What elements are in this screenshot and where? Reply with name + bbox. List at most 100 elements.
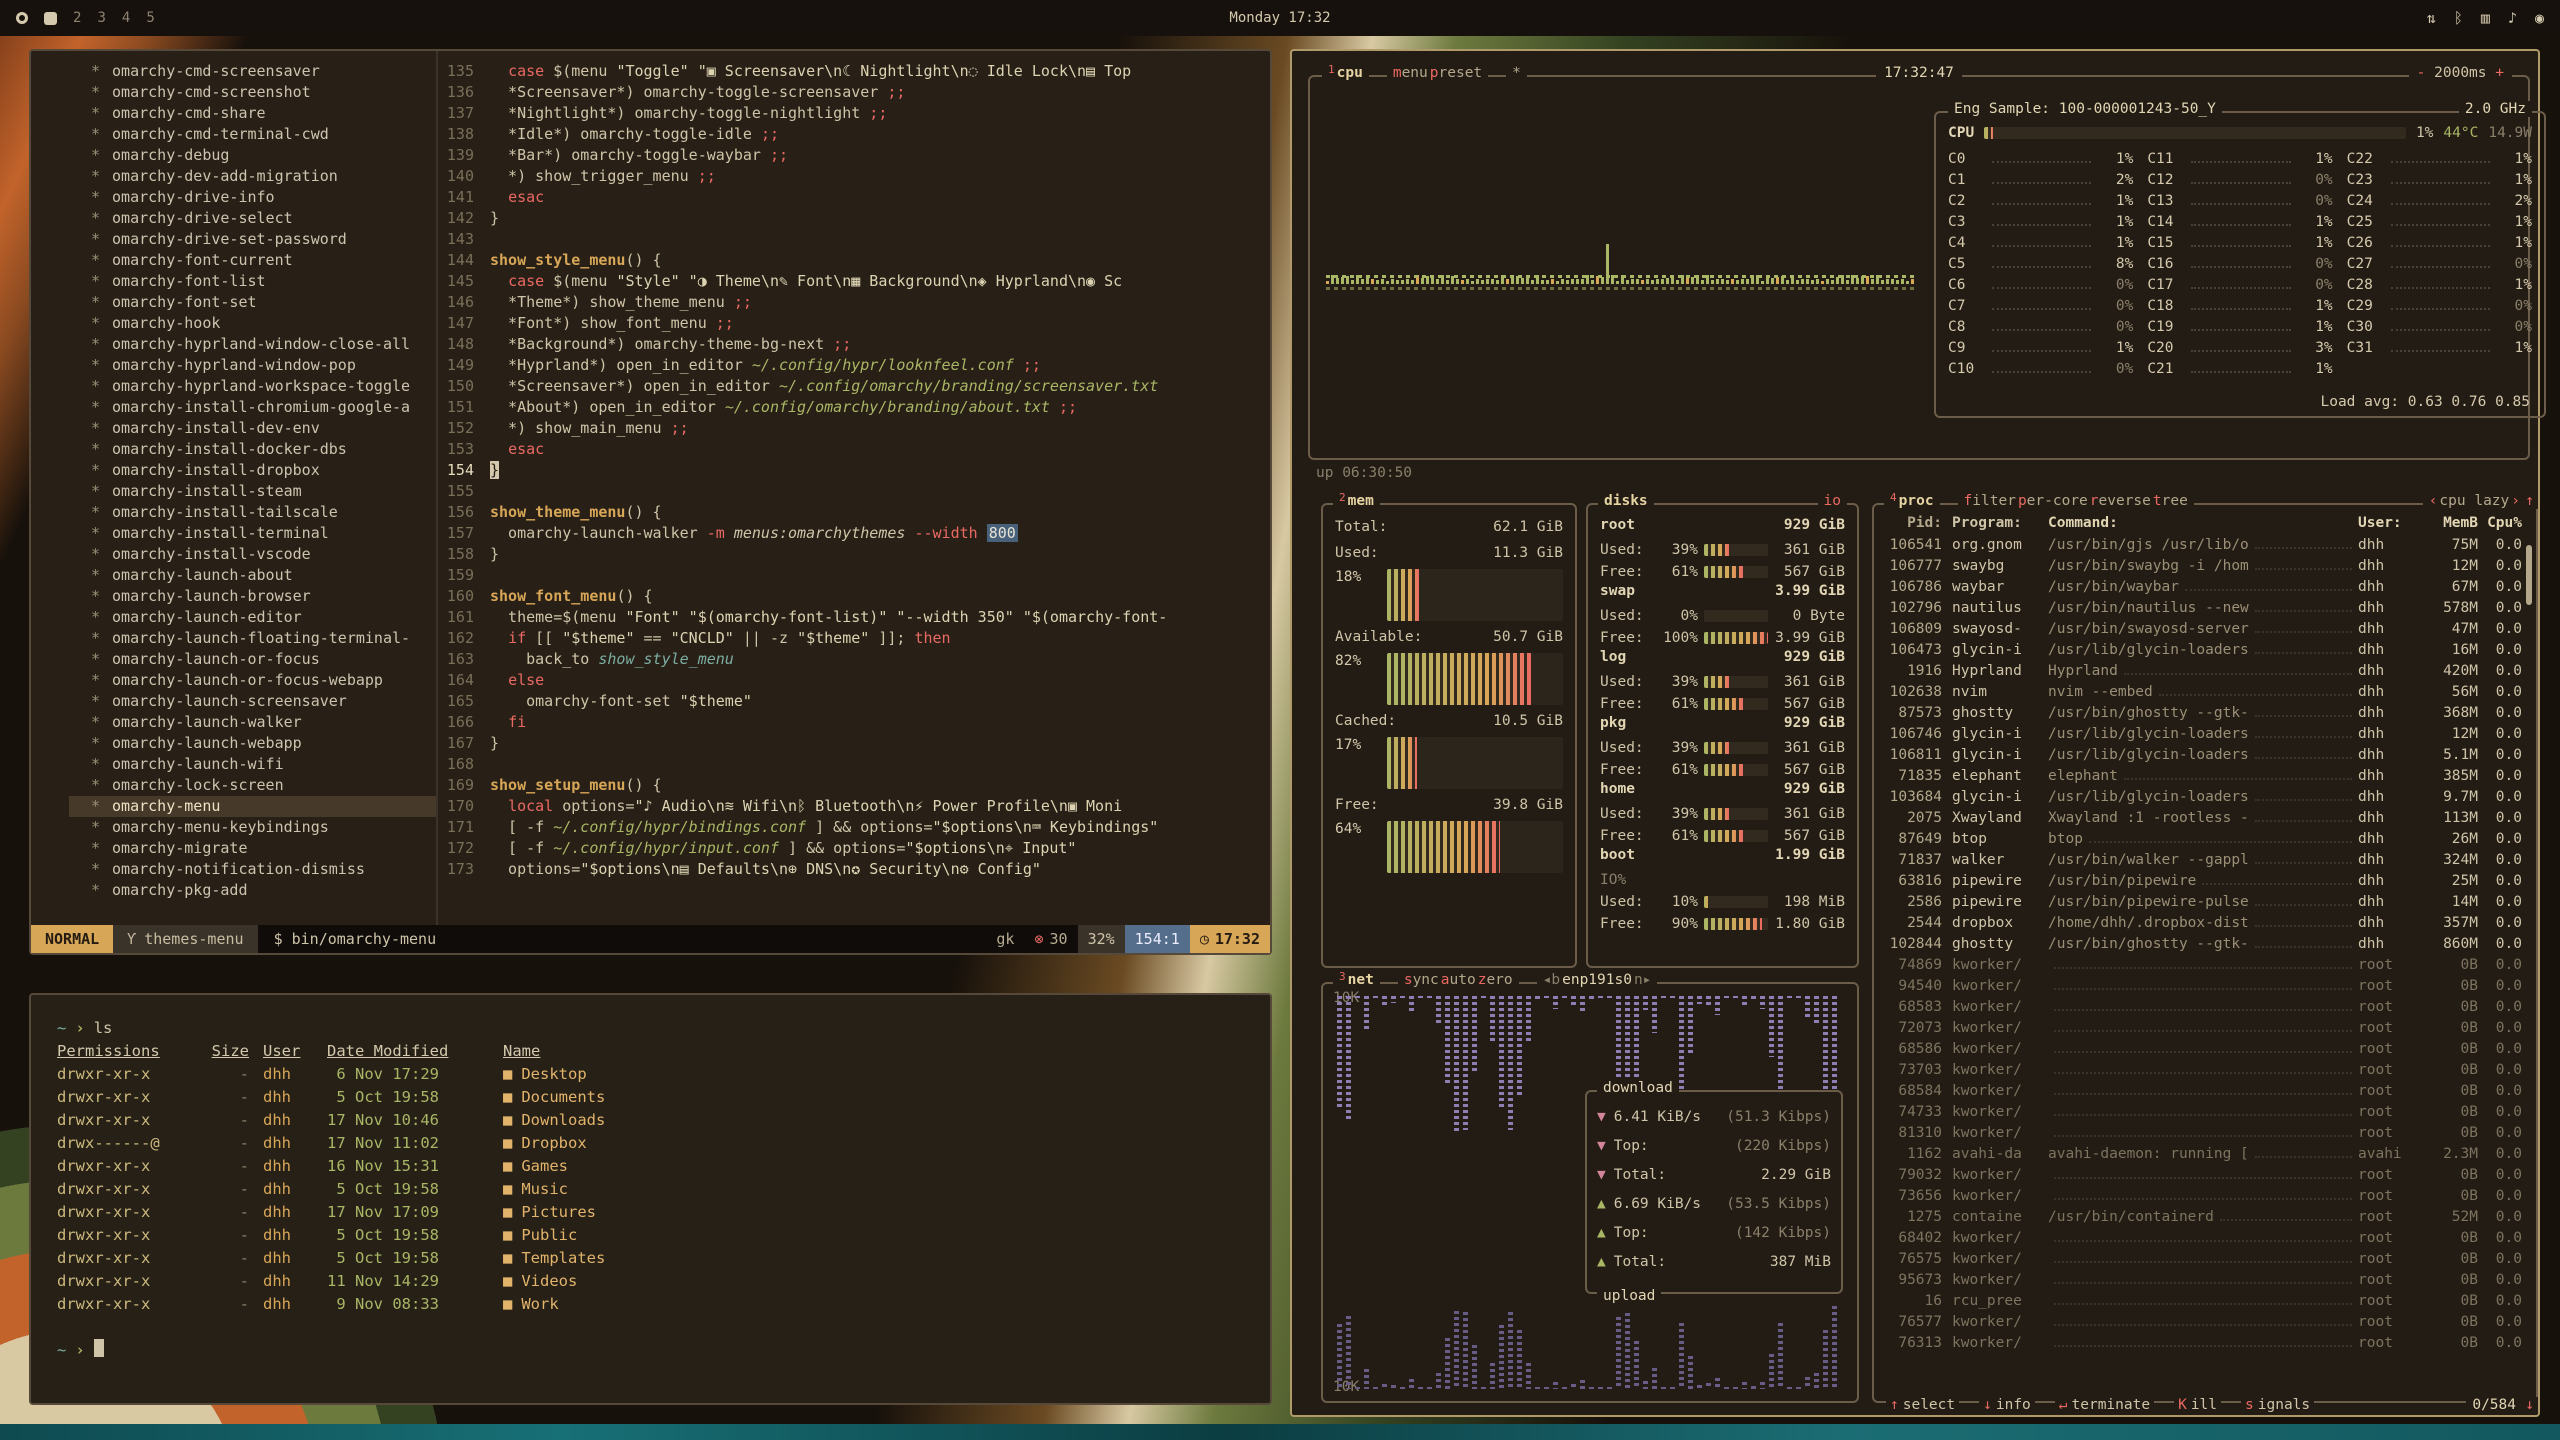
process-row[interactable]: 76575kworker/root0B0.0 — [1886, 1251, 2522, 1272]
process-row[interactable]: 106541org.gnom/usr/bin/gjs /usr/lib/odhh… — [1886, 537, 2522, 558]
terminal-window[interactable]: ~ › ls PermissionsSizeUserDate ModifiedN… — [29, 993, 1272, 1405]
footer-ignals[interactable]: signals — [2241, 1397, 2314, 1413]
cpu-box-title[interactable]: 1 cpu — [1322, 65, 1369, 81]
process-row[interactable]: 68583kworker/root0B0.0 — [1886, 999, 2522, 1020]
file-item[interactable]: *omarchy-hyprland-window-close-all — [69, 334, 436, 355]
preset-star[interactable]: * — [1506, 65, 1527, 81]
process-row[interactable]: 102844ghostty/usr/bin/ghostty --gtk-dhh8… — [1886, 936, 2522, 957]
process-row[interactable]: 63816pipewire/usr/bin/pipewiredhh25M0.0 — [1886, 873, 2522, 894]
process-row[interactable]: 1275containe/usr/bin/containerdroot52M0.… — [1886, 1209, 2522, 1230]
file-item[interactable]: *omarchy-launch-webapp — [69, 733, 436, 754]
file-item[interactable]: *omarchy-install-terminal — [69, 523, 436, 544]
file-item[interactable]: *omarchy-cmd-terminal-cwd — [69, 124, 436, 145]
bluetooth-icon[interactable]: ᛒ — [2454, 9, 2463, 27]
file-item[interactable]: *omarchy-cmd-screenshot — [69, 82, 436, 103]
file-item[interactable]: *omarchy-lock-screen — [69, 775, 436, 796]
file-item[interactable]: *omarchy-drive-set-password — [69, 229, 436, 250]
col-command[interactable]: Command: — [2048, 515, 2118, 535]
workspace-3[interactable]: 3 — [97, 10, 105, 26]
file-item[interactable]: *omarchy-launch-or-focus-webapp — [69, 670, 436, 691]
process-row[interactable]: 106777swaybg/usr/bin/swaybg -i /homdhh12… — [1886, 558, 2522, 579]
file-item[interactable]: *omarchy-menu-keybindings — [69, 817, 436, 838]
workspace-2[interactable]: 2 — [73, 10, 81, 26]
col-mem[interactable]: MemB — [2420, 515, 2478, 535]
mem-box-title[interactable]: 2 mem — [1333, 493, 1380, 509]
process-row[interactable]: 68402kworker/root0B0.0 — [1886, 1230, 2522, 1251]
process-row[interactable]: 106786waybar/usr/bin/waybardhh67M0.0 — [1886, 579, 2522, 600]
file-item[interactable]: *omarchy-debug — [69, 145, 436, 166]
code-area[interactable]: 135 case $(menu "Toggle" "▣ Screensaver\… — [436, 51, 1270, 925]
footer-info[interactable]: ↓info — [1979, 1397, 2035, 1413]
file-item[interactable]: *omarchy-hyprland-workspace-toggle — [69, 376, 436, 397]
volume-icon[interactable]: ♪ — [2508, 9, 2517, 27]
workspace-4[interactable]: 4 — [122, 10, 130, 26]
option-preset[interactable]: preset — [1430, 65, 1482, 81]
process-row[interactable]: 87649btopbtopdhh26M0.0 — [1886, 831, 2522, 852]
process-row[interactable]: 106811glycin-i/usr/lib/glycin-loadersdhh… — [1886, 747, 2522, 768]
file-item[interactable]: *omarchy-install-tailscale — [69, 502, 436, 523]
process-row[interactable]: 103684glycin-i/usr/lib/glycin-loadersdhh… — [1886, 789, 2522, 810]
scroll-down-icon[interactable]: ↓ — [2521, 1397, 2538, 1413]
process-row[interactable]: 74733kworker/root0B0.0 — [1886, 1104, 2522, 1125]
process-row[interactable]: 1916HyprlandHyprlanddhh420M0.0 — [1886, 663, 2522, 684]
sort-prev-button[interactable]: ‹ — [2429, 493, 2438, 509]
process-row[interactable]: 76313kworker/root0B0.0 — [1886, 1335, 2522, 1356]
process-row[interactable]: 106809swayosd-/usr/bin/swayosd-serverdhh… — [1886, 621, 2522, 642]
file-item[interactable]: *omarchy-font-list — [69, 271, 436, 292]
file-item[interactable]: *omarchy-launch-browser — [69, 586, 436, 607]
process-row[interactable]: 74869kworker/root0B0.0 — [1886, 957, 2522, 978]
process-row[interactable]: 76577kworker/root0B0.0 — [1886, 1314, 2522, 1335]
file-item[interactable]: *omarchy-install-vscode — [69, 544, 436, 565]
option-menu[interactable]: menu — [1393, 65, 1428, 81]
net-box-title[interactable]: 3 net — [1333, 972, 1380, 988]
col-user[interactable]: User: — [2358, 515, 2420, 535]
option-reverse[interactable]: reverse — [2090, 493, 2151, 509]
file-item[interactable]: *omarchy-hyprland-window-pop — [69, 355, 436, 376]
screencast-icon[interactable]: ⇅ — [2427, 9, 2436, 27]
col-pid[interactable]: Pid: — [1886, 515, 1952, 535]
option-zero[interactable]: zero — [1478, 972, 1513, 988]
interval-increase-button[interactable]: + — [2495, 65, 2504, 81]
process-row[interactable]: 106473glycin-i/usr/lib/glycin-loadersdhh… — [1886, 642, 2522, 663]
process-row[interactable]: 73703kworker/root0B0.0 — [1886, 1062, 2522, 1083]
footer-terminate[interactable]: ↵terminate — [2055, 1397, 2154, 1413]
process-row[interactable]: 1162avahi-daavahi-daemon: running [avahi… — [1886, 1146, 2522, 1167]
process-row[interactable]: 71835elephantelephantdhh385M0.0 — [1886, 768, 2522, 789]
file-item[interactable]: *omarchy-cmd-share — [69, 103, 436, 124]
proc-scrollbar-thumb[interactable] — [2526, 545, 2532, 605]
file-item[interactable]: *omarchy-drive-info — [69, 187, 436, 208]
omarchy-logo-icon[interactable] — [16, 12, 28, 24]
scroll-up-icon[interactable]: ↑ — [2521, 493, 2538, 509]
process-row[interactable]: 2586pipewire/usr/bin/pipewire-pulsedhh14… — [1886, 894, 2522, 915]
process-row[interactable]: 102796nautilus/usr/bin/nautilus --newdhh… — [1886, 600, 2522, 621]
file-item[interactable]: *omarchy-launch-walker — [69, 712, 436, 733]
file-item[interactable]: *omarchy-launch-wifi — [69, 754, 436, 775]
iface-left-arrow[interactable]: ◂b — [1543, 972, 1560, 988]
display-icon[interactable]: ▥ — [2481, 9, 2490, 27]
file-item[interactable]: *omarchy-launch-floating-terminal- — [69, 628, 436, 649]
process-row[interactable]: 72073kworker/root0B0.0 — [1886, 1020, 2522, 1041]
process-row[interactable]: 71837walker/usr/bin/walker --gappldhh324… — [1886, 852, 2522, 873]
process-row[interactable]: 87573ghostty/usr/bin/ghostty --gtk-dhh36… — [1886, 705, 2522, 726]
file-item[interactable]: *omarchy-install-steam — [69, 481, 436, 502]
process-row[interactable]: 68584kworker/root0B0.0 — [1886, 1083, 2522, 1104]
file-item[interactable]: *omarchy-font-set — [69, 292, 436, 313]
file-item[interactable]: *omarchy-cmd-screensaver — [69, 61, 436, 82]
file-item[interactable]: *omarchy-dev-add-migration — [69, 166, 436, 187]
col-program[interactable]: Program: — [1952, 515, 2048, 535]
option-filter[interactable]: filter — [1964, 493, 2016, 509]
file-item[interactable]: *omarchy-hook — [69, 313, 436, 334]
process-row[interactable]: 94540kworker/root0B0.0 — [1886, 978, 2522, 999]
sort-next-button[interactable]: › — [2511, 493, 2520, 509]
disks-title[interactable]: disks — [1598, 493, 1654, 509]
option-tree[interactable]: tree — [2153, 493, 2188, 509]
workspace-5[interactable]: 5 — [146, 10, 154, 26]
process-row[interactable]: 68586kworker/root0B0.0 — [1886, 1041, 2522, 1062]
process-row[interactable]: 73656kworker/root0B0.0 — [1886, 1188, 2522, 1209]
process-row[interactable]: 16rcu_preeroot0B0.0 — [1886, 1293, 2522, 1314]
disks-io-toggle[interactable]: io — [1818, 493, 1847, 509]
proc-box-title[interactable]: 4 proc — [1884, 493, 1940, 509]
interval-decrease-button[interactable]: - — [2417, 65, 2426, 81]
option-auto[interactable]: auto — [1441, 972, 1476, 988]
col-cpu[interactable]: Cpu% — [2478, 515, 2522, 535]
